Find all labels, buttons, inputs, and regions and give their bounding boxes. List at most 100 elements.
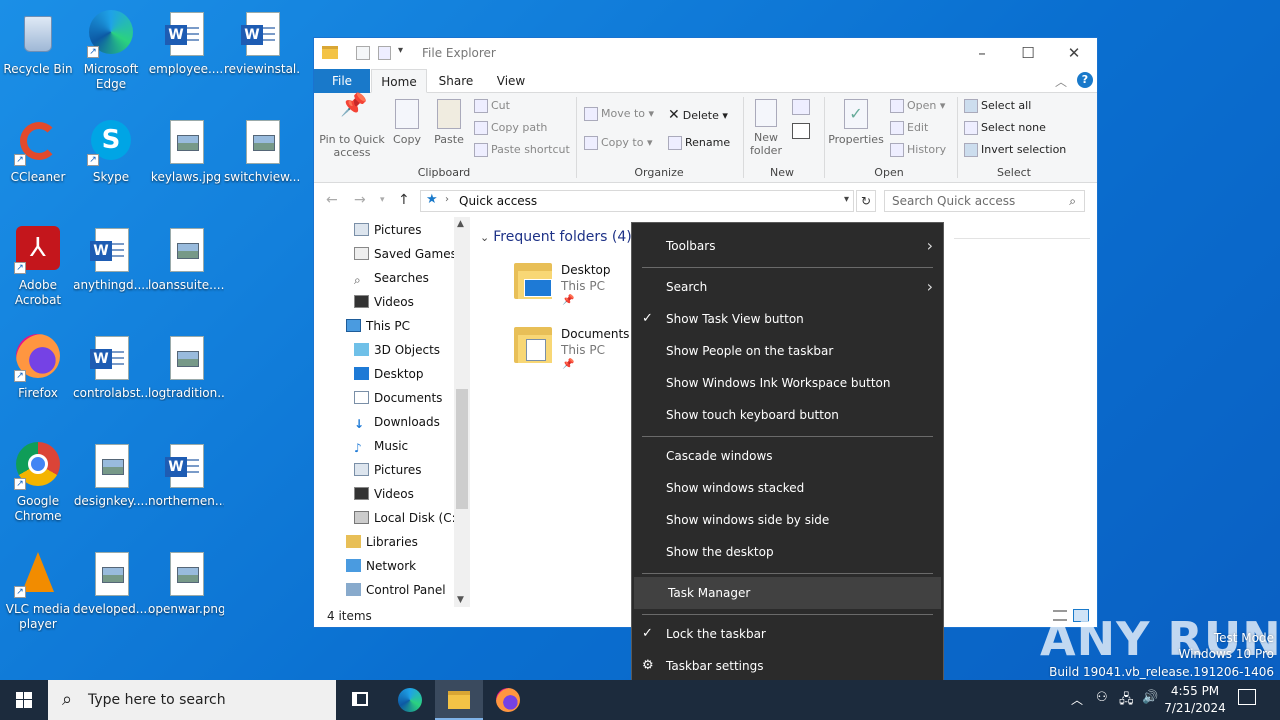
recent-locations-icon[interactable]: ▾ <box>380 195 385 205</box>
help-icon[interactable]: ? <box>1077 72 1093 88</box>
menu-item-search[interactable]: Search › <box>632 271 943 303</box>
desktop-icon-skype[interactable]: S ↗ Skype <box>73 112 149 212</box>
desktop-icon-word-doc[interactable]: W anythingd.... <box>73 220 149 320</box>
desktop-icon-image-file[interactable]: keylaws.jpg <box>148 112 224 212</box>
volume-icon[interactable]: 🔊 <box>1142 690 1158 705</box>
folder-tile-documents[interactable]: Documents This PC 📌 <box>514 327 644 379</box>
menu-item-cascade-windows[interactable]: Cascade windows <box>632 440 943 472</box>
qat-dropdown-icon[interactable]: ▾ <box>398 45 403 56</box>
tree-item-this-pc[interactable]: This PC <box>346 315 410 337</box>
desktop-icon-google-chrome[interactable]: ↗ Google Chrome <box>0 436 76 536</box>
address-dropdown-icon[interactable]: ▾ <box>844 194 849 205</box>
menu-item-show-people[interactable]: Show People on the taskbar <box>632 335 943 367</box>
tab-share[interactable]: Share <box>431 69 481 93</box>
collapse-ribbon-icon[interactable]: ︿ <box>1055 73 1067 90</box>
copy-button[interactable]: Copy <box>390 99 424 146</box>
tree-item-music[interactable]: ♪ Music <box>354 435 408 457</box>
scroll-up-icon[interactable]: ▲ <box>457 219 464 229</box>
copy-path-button[interactable]: Copy path <box>474 121 547 135</box>
tree-item-desktop[interactable]: Desktop <box>354 363 424 385</box>
search-input[interactable]: Search Quick access ⌕ <box>884 190 1085 212</box>
tree-item-videos[interactable]: Videos <box>354 291 414 313</box>
navigation-scrollbar[interactable]: ▲ ▼ <box>454 217 470 607</box>
menu-item-show-task-view[interactable]: ✓ Show Task View button <box>632 303 943 335</box>
open-button[interactable]: Open ▾ <box>890 99 945 113</box>
menu-item-show-ink-workspace[interactable]: Show Windows Ink Workspace button <box>632 367 943 399</box>
tree-item-documents[interactable]: Documents <box>354 387 442 409</box>
scroll-down-icon[interactable]: ▼ <box>457 595 464 605</box>
desktop-icon-recycle-bin[interactable]: Recycle Bin <box>0 4 76 104</box>
taskbar-edge[interactable] <box>386 680 434 720</box>
tab-home[interactable]: Home <box>371 69 427 93</box>
desktop-icon-word-doc[interactable]: W controlabst... <box>73 328 149 428</box>
tree-item-local-disk[interactable]: Local Disk (C:) <box>354 507 460 529</box>
desktop-icon-word-doc[interactable]: W northernen.... <box>148 436 224 536</box>
select-all-button[interactable]: Select all <box>964 99 1031 113</box>
menu-item-task-manager[interactable]: Task Manager <box>634 577 941 609</box>
new-folder-button[interactable]: New folder <box>746 99 786 157</box>
network-icon[interactable]: 🖧 <box>1119 690 1134 712</box>
tree-item-control-panel[interactable]: Control Panel <box>346 579 446 601</box>
properties-button[interactable]: ✓ Properties <box>828 99 884 146</box>
desktop-icon-image-file[interactable]: logtradition... <box>148 328 224 428</box>
menu-item-windows-side-by-side[interactable]: Show windows side by side <box>632 504 943 536</box>
address-bar[interactable]: ★ › Quick access ▾ <box>420 190 854 212</box>
menu-item-show-desktop[interactable]: Show the desktop <box>632 536 943 568</box>
menu-item-windows-stacked[interactable]: Show windows stacked <box>632 472 943 504</box>
desktop-icon-image-file[interactable]: developed.... <box>73 544 149 644</box>
tree-item-pictures[interactable]: Pictures <box>354 459 422 481</box>
cut-button[interactable]: Cut <box>474 99 510 113</box>
tab-file[interactable]: File <box>314 69 370 93</box>
tree-item-network[interactable]: Network <box>346 555 416 577</box>
desktop-icon-image-file[interactable]: switchview.... <box>224 112 300 212</box>
desktop-icon-microsoft-edge[interactable]: ↗ Microsoft Edge <box>73 4 149 104</box>
desktop-icon-image-file[interactable]: loanssuite.... <box>148 220 224 320</box>
select-none-button[interactable]: Select none <box>964 121 1046 135</box>
notifications-icon[interactable] <box>1238 689 1256 705</box>
history-button[interactable]: History <box>890 143 946 157</box>
taskbar-firefox[interactable] <box>484 680 532 720</box>
desktop-icon-vlc[interactable]: ↗ VLC media player <box>0 544 76 644</box>
desktop-icon-image-file[interactable]: openwar.png <box>148 544 224 644</box>
frequent-folders-header[interactable]: ⌄ Frequent folders (4) <box>480 229 632 245</box>
show-hidden-icons-chevron-icon[interactable]: ︿ <box>1071 691 1083 708</box>
forward-arrow-icon[interactable]: → <box>354 192 366 208</box>
menu-item-show-touch-keyboard[interactable]: Show touch keyboard button <box>632 399 943 431</box>
tree-item-searches[interactable]: ⌕ Searches <box>354 267 429 289</box>
edit-button[interactable]: Edit <box>890 121 928 135</box>
invert-selection-button[interactable]: Invert selection <box>964 143 1066 157</box>
new-item-icon[interactable] <box>792 99 810 115</box>
desktop-icon-word-doc[interactable]: W employee.... <box>148 4 224 104</box>
desktop-icon-adobe-acrobat[interactable]: ⅄ ↗ Adobe Acrobat <box>0 220 76 320</box>
tree-item-pictures[interactable]: Pictures <box>354 219 422 241</box>
menu-item-lock-taskbar[interactable]: ✓ Lock the taskbar <box>632 618 943 650</box>
minimize-button[interactable]: – <box>959 38 1005 68</box>
paste-shortcut-button[interactable]: Paste shortcut <box>474 143 570 157</box>
copy-to-button[interactable]: Copy to ▾ <box>584 136 652 150</box>
folder-tile-desktop[interactable]: Desktop This PC 📌 <box>514 263 644 315</box>
menu-item-toolbars[interactable]: Toolbars › <box>632 230 943 262</box>
pin-to-quick-access-button[interactable]: 📌 Pin to Quick access <box>318 95 386 160</box>
easy-access-icon[interactable] <box>792 123 810 139</box>
delete-button[interactable]: ✕ Delete ▾ <box>668 107 728 123</box>
taskbar[interactable]: ⌕ Type here to search ︿ ⚇ 🖧 🔊 4:55 PM 7/… <box>0 680 1280 720</box>
tree-item-videos[interactable]: Videos <box>354 483 414 505</box>
desktop-icon-word-doc[interactable]: W reviewinstal... <box>224 4 300 104</box>
task-view-button[interactable] <box>336 680 384 720</box>
taskbar-file-explorer[interactable] <box>435 680 483 720</box>
maximize-button[interactable]: ☐ <box>1005 38 1051 68</box>
tab-view[interactable]: View <box>486 69 536 93</box>
up-arrow-icon[interactable]: ↑ <box>398 192 410 208</box>
title-bar[interactable]: ▾ File Explorer – ☐ ✕ <box>314 38 1097 69</box>
start-button[interactable] <box>0 680 48 720</box>
new-folder-qat-icon[interactable] <box>378 46 391 60</box>
refresh-icon[interactable]: ↻ <box>856 190 876 212</box>
back-arrow-icon[interactable]: ← <box>326 192 338 208</box>
tree-item-downloads[interactable]: ↓ Downloads <box>354 411 440 433</box>
rename-button[interactable]: Rename <box>668 136 730 150</box>
tree-item-3d-objects[interactable]: 3D Objects <box>354 339 440 361</box>
scrollbar-thumb[interactable] <box>456 389 468 509</box>
close-button[interactable]: ✕ <box>1051 38 1097 68</box>
move-to-button[interactable]: Move to ▾ <box>584 107 654 121</box>
desktop-icon-image-file[interactable]: designkey.... <box>73 436 149 536</box>
